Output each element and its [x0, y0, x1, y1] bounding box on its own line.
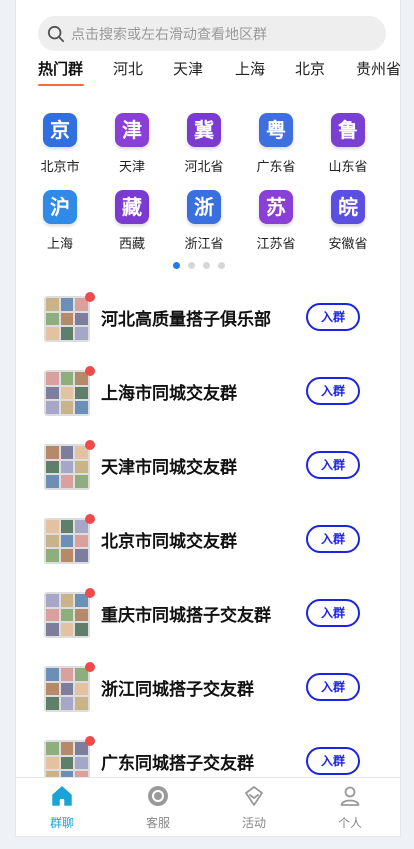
group-row[interactable]: 浙江同城搭子交友群 入群 — [16, 655, 400, 729]
user-icon — [340, 786, 360, 806]
carousel-dot-active[interactable] — [173, 262, 180, 269]
province-name: 天津 — [118, 160, 145, 175]
carousel-dot[interactable] — [203, 262, 210, 269]
carousel-dot[interactable] — [188, 262, 195, 269]
activity-icon — [245, 786, 263, 806]
province-name: 河北省 — [184, 160, 224, 175]
search-placeholder: 点击搜索或左右滑动查看地区群 — [71, 26, 267, 43]
tab-guizhou[interactable]: 贵州省 — [356, 58, 400, 79]
region-tabs: 热门群 河北 天津 上海 北京 贵州省 — [16, 58, 400, 88]
unread-badge — [85, 662, 95, 672]
province-item[interactable]: 冀河北省 — [174, 113, 234, 175]
province-badge-icon: 京 — [43, 113, 77, 147]
group-name: 浙江同城搭子交友群 — [101, 680, 254, 700]
group-row[interactable]: 河北高质量搭子俱乐部 入群 — [16, 285, 400, 359]
tab-hebei[interactable]: 河北 — [113, 58, 143, 79]
nav-activity-label: 活动 — [241, 816, 266, 830]
province-item[interactable]: 粤广东省 — [246, 113, 306, 175]
nav-chat[interactable]: 群聊 — [32, 784, 92, 831]
province-item[interactable]: 京北京市 — [30, 113, 90, 175]
tab-beijing[interactable]: 北京 — [295, 58, 325, 79]
join-group-button[interactable]: 入群 — [306, 303, 360, 331]
join-group-button[interactable]: 入群 — [306, 525, 360, 553]
group-name: 上海市同城交友群 — [101, 384, 237, 404]
province-badge-icon: 冀 — [187, 113, 221, 147]
group-name: 北京市同城交友群 — [101, 532, 237, 552]
province-item[interactable]: 苏江苏省 — [246, 190, 306, 252]
province-badge-icon: 鲁 — [331, 113, 365, 147]
search-icon — [47, 25, 65, 42]
group-avatar — [44, 370, 90, 416]
province-name: 山东省 — [328, 160, 368, 175]
group-avatar — [44, 666, 90, 712]
join-group-button[interactable]: 入群 — [306, 747, 360, 775]
join-group-button[interactable]: 入群 — [306, 599, 360, 627]
unread-badge — [85, 514, 95, 524]
province-badge-icon: 藏 — [115, 190, 149, 224]
nav-activity[interactable]: 活动 — [224, 784, 284, 831]
province-name: 上海 — [46, 237, 73, 252]
group-name: 天津市同城交友群 — [101, 458, 237, 478]
group-row[interactable]: 重庆市同城搭子交友群 入群 — [16, 581, 400, 655]
unread-badge — [85, 736, 95, 746]
group-avatar — [44, 592, 90, 638]
province-badge-icon: 皖 — [331, 190, 365, 224]
unread-badge — [85, 366, 95, 376]
tab-hot[interactable]: 热门群 — [38, 58, 83, 79]
province-badge-icon: 粤 — [259, 113, 293, 147]
group-name: 重庆市同城搭子交友群 — [101, 606, 271, 626]
group-avatar — [44, 518, 90, 564]
join-group-button[interactable]: 入群 — [306, 377, 360, 405]
nav-service[interactable]: 客服 — [128, 784, 188, 831]
province-item[interactable]: 鲁山东省 — [318, 113, 378, 175]
group-row[interactable]: 北京市同城交友群 入群 — [16, 507, 400, 581]
nav-service-label: 客服 — [145, 816, 170, 830]
province-badge-icon: 沪 — [43, 190, 77, 224]
group-name: 广东同城搭子交友群 — [101, 754, 254, 774]
bottom-nav: 群聊 客服 活动 个人 — [16, 777, 400, 836]
join-group-button[interactable]: 入群 — [306, 673, 360, 701]
province-item[interactable]: 沪上海 — [30, 190, 90, 252]
home-icon — [52, 786, 72, 806]
group-avatar — [44, 444, 90, 490]
province-item[interactable]: 浙浙江省 — [174, 190, 234, 252]
province-name: 浙江省 — [184, 237, 224, 252]
join-group-button[interactable]: 入群 — [306, 451, 360, 479]
group-row[interactable]: 天津市同城交友群 入群 — [16, 433, 400, 507]
province-name: 西藏 — [118, 237, 145, 252]
search-bar[interactable]: 点击搜索或左右滑动查看地区群 — [38, 16, 386, 51]
province-item[interactable]: 皖安徽省 — [318, 190, 378, 252]
province-item[interactable]: 津天津 — [102, 113, 162, 175]
unread-badge — [85, 440, 95, 450]
active-tab-indicator — [38, 84, 84, 86]
group-name: 河北高质量搭子俱乐部 — [101, 310, 271, 330]
province-name: 安徽省 — [328, 237, 368, 252]
carousel-dot[interactable] — [218, 262, 225, 269]
unread-badge — [85, 292, 95, 302]
province-badge-icon: 津 — [115, 113, 149, 147]
nav-profile[interactable]: 个人 — [320, 784, 380, 831]
province-badge-icon: 苏 — [259, 190, 293, 224]
service-icon — [148, 786, 168, 806]
province-item[interactable]: 藏西藏 — [102, 190, 162, 252]
group-avatar — [44, 296, 90, 342]
unread-badge — [85, 588, 95, 598]
carousel-dots — [173, 262, 225, 269]
nav-profile-label: 个人 — [337, 816, 362, 830]
nav-chat-label: 群聊 — [49, 816, 74, 830]
province-name: 北京市 — [40, 160, 80, 175]
province-badge-icon: 浙 — [187, 190, 221, 224]
province-name: 江苏省 — [256, 237, 296, 252]
group-row[interactable]: 上海市同城交友群 入群 — [16, 359, 400, 433]
app-screen: 点击搜索或左右滑动查看地区群 热门群 河北 天津 上海 北京 贵州省 京北京市津… — [15, 0, 401, 837]
province-name: 广东省 — [256, 160, 296, 175]
tab-shanghai[interactable]: 上海 — [235, 58, 265, 79]
tab-tianjin[interactable]: 天津 — [173, 58, 203, 79]
